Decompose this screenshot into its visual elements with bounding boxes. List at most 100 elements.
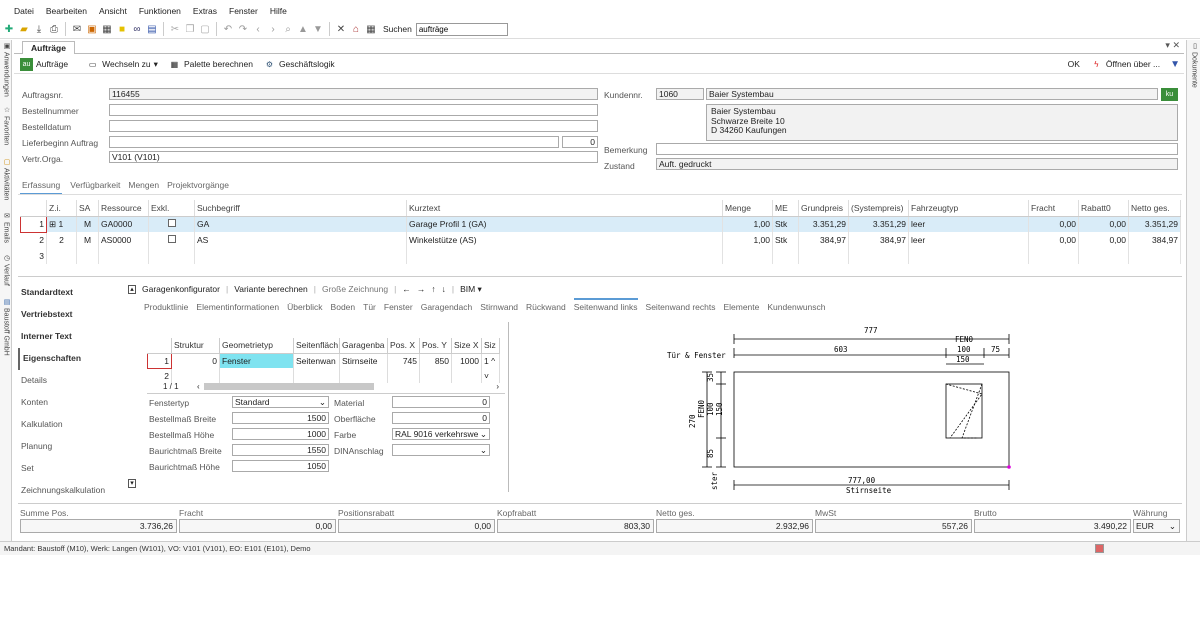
col-suchbegriff[interactable]: Suchbegriff <box>194 200 407 217</box>
book-icon[interactable]: ▤ <box>145 22 159 36</box>
tab-produktlinie[interactable]: Produktlinie <box>144 302 188 312</box>
dropdown-icon[interactable]: ▾ <box>1165 40 1170 50</box>
variante-berechnen-button[interactable]: Variante berechnen <box>234 284 308 294</box>
geschaeftslogik-button[interactable]: ⚙ Geschäftslogik <box>263 58 335 71</box>
tab-tuer[interactable]: Tür <box>363 302 376 312</box>
wechseln-zu-button[interactable]: ▭ Wechseln zu ▾ <box>86 58 158 71</box>
baurichtmass-breite-field[interactable]: 1550 <box>232 444 329 456</box>
note-icon[interactable]: ■ <box>115 22 129 36</box>
col-zi[interactable]: Z.i. <box>46 200 77 217</box>
table-row[interactable]: 2 2 M AS0000 AS Winkelstütze (AS) 1,00 S… <box>20 232 1181 248</box>
col-pos-y[interactable]: Pos. Y <box>419 338 452 354</box>
col-ressource[interactable]: Ressource <box>98 200 149 217</box>
col-kurztext[interactable]: Kurztext <box>406 200 723 217</box>
arrow-down-icon[interactable]: ↓ <box>442 284 446 294</box>
menu-fenster[interactable]: Fenster <box>223 6 264 16</box>
undo-icon[interactable]: ↶ <box>221 22 235 36</box>
garagenkonfigurator-button[interactable]: Garagenkonfigurator <box>142 284 220 294</box>
tab-elemente[interactable]: Elemente <box>723 302 759 312</box>
menu-hilfe[interactable]: Hilfe <box>264 6 293 16</box>
kundennr-field[interactable]: 1060 <box>656 88 704 100</box>
lieferbeginn-field[interactable] <box>109 136 559 148</box>
nav-set[interactable]: Set <box>18 458 136 480</box>
tab-seitenwand-rechts[interactable]: Seitenwand rechts <box>646 302 716 312</box>
expand-icon[interactable]: ⊞ <box>49 219 56 229</box>
rail-favoriten[interactable]: ☆ Favoriten <box>0 106 12 156</box>
auftraege-button[interactable]: au Aufträge <box>20 57 68 71</box>
ok-button[interactable]: OK <box>1068 59 1080 69</box>
menu-extras[interactable]: Extras <box>187 6 223 16</box>
tab-verfuegbarkeit[interactable]: Verfügbarkeit <box>70 180 120 195</box>
dinanschlag-select[interactable]: ⌄ <box>392 444 490 456</box>
col-size-y[interactable]: Siz <box>481 338 500 354</box>
close-tab-icon[interactable]: ✕ <box>1172 40 1180 50</box>
zustand-field[interactable]: Auft. gedruckt <box>656 158 1178 170</box>
tab-mengen[interactable]: Mengen <box>128 180 159 195</box>
col-garagenbau[interactable]: Garagenba <box>339 338 388 354</box>
rail-verlauf[interactable]: ◷ Verlauf <box>0 254 12 294</box>
rail-emails[interactable]: ✉ Emails <box>0 212 12 252</box>
back-icon[interactable]: ‹ <box>251 22 265 36</box>
collapse-icon[interactable]: ▴ <box>128 284 136 294</box>
baurichtmass-hoehe-field[interactable]: 1050 <box>232 460 329 472</box>
scroll-up-icon[interactable]: ^ <box>491 356 495 366</box>
col-seitenflaeche[interactable]: Seitenfläch <box>293 338 340 354</box>
col-menge[interactable]: Menge <box>722 200 773 217</box>
nav-vertriebstext[interactable]: Vertriebstext <box>18 304 136 326</box>
bestellmass-hoehe-field[interactable]: 1000 <box>232 428 329 440</box>
table-row[interactable]: 1 0 Fenster Seitenwan Stirnseite 745 850… <box>147 352 500 369</box>
tab-auftraege[interactable]: Aufträge <box>22 41 75 54</box>
nav-eigenschaften[interactable]: Eigenschaften <box>18 348 136 370</box>
tab-seitenwand-links[interactable]: Seitenwand links <box>573 298 638 312</box>
bemerkung-field[interactable] <box>656 143 1178 155</box>
farbe-select[interactable]: RAL 9016 verkehrswe ⌄ <box>392 428 490 440</box>
tab-fenster[interactable]: Fenster <box>384 302 413 312</box>
tab-kundenwunsch[interactable]: Kundenwunsch <box>767 302 825 312</box>
exkl-checkbox[interactable] <box>167 235 176 243</box>
nav-interner-text[interactable]: Interner Text <box>18 326 136 348</box>
redo-icon[interactable]: ↷ <box>236 22 250 36</box>
oberflaeche-field[interactable]: 0 <box>392 412 490 424</box>
table-row[interactable]: 3 <box>20 248 1181 264</box>
col-systempreis[interactable]: (Systempreis) <box>848 200 909 217</box>
horizontal-scrollbar[interactable] <box>203 383 374 390</box>
exkl-checkbox[interactable] <box>167 219 176 228</box>
col-size-x[interactable]: Size X <box>451 338 482 354</box>
close-icon[interactable]: ✕ <box>334 22 348 36</box>
col-fahrzeugtyp[interactable]: Fahrzeugtyp <box>908 200 1029 217</box>
filter-icon[interactable]: ▼ <box>1170 59 1180 70</box>
print-icon[interactable]: ⎙ <box>47 22 61 36</box>
col-fracht[interactable]: Fracht <box>1028 200 1079 217</box>
zoom-icon[interactable]: ⌕ <box>281 22 295 36</box>
nav-kalkulation[interactable]: Kalkulation <box>18 414 136 436</box>
vertr-orga-field[interactable]: V101 (V101) <box>109 151 598 163</box>
menu-bearbeiten[interactable]: Bearbeiten <box>40 6 93 16</box>
bestellnummer-field[interactable] <box>109 104 598 116</box>
clipboard-icon[interactable]: ▣ <box>85 22 99 36</box>
cut-icon[interactable]: ✂ <box>168 22 182 36</box>
splitter[interactable] <box>508 322 509 492</box>
copy-icon[interactable]: ❐ <box>183 22 197 36</box>
search-input[interactable] <box>415 22 508 36</box>
menu-ansicht[interactable]: Ansicht <box>93 6 133 16</box>
rail-aktivitaeten[interactable]: ▢ Aktivitäten <box>0 158 12 210</box>
tab-elementinformationen[interactable]: Elementinformationen <box>196 302 279 312</box>
bestelldatum-field[interactable] <box>109 120 598 132</box>
new-icon[interactable]: ✚ <box>2 22 16 36</box>
tab-erfassung[interactable]: Erfassung <box>20 180 63 195</box>
auftragsnr-field[interactable]: 116455 <box>109 88 598 100</box>
grid-calendar-icon[interactable]: ▦ <box>364 22 378 36</box>
paste-icon[interactable]: ▢ <box>198 22 212 36</box>
rail-anwendungen[interactable]: ▣ Anwendungen <box>0 42 12 102</box>
expand-icon[interactable]: ▾ <box>128 479 136 488</box>
grosse-zeichnung-button[interactable]: Große Zeichnung <box>322 284 388 294</box>
menu-funktionen[interactable]: Funktionen <box>133 6 187 16</box>
col-grundpreis[interactable]: Grundpreis <box>798 200 849 217</box>
lieferbeginn-num-field[interactable]: 0 <box>562 136 598 148</box>
tab-boden[interactable]: Boden <box>331 302 356 312</box>
kunde-name-field[interactable]: Baier Systembau <box>706 88 1158 100</box>
rail-baustoff[interactable]: ▤ Baustoff GmbH <box>0 298 12 364</box>
col-me[interactable]: ME <box>772 200 799 217</box>
mail-icon[interactable]: ✉ <box>70 22 84 36</box>
material-field[interactable]: 0 <box>392 396 490 408</box>
